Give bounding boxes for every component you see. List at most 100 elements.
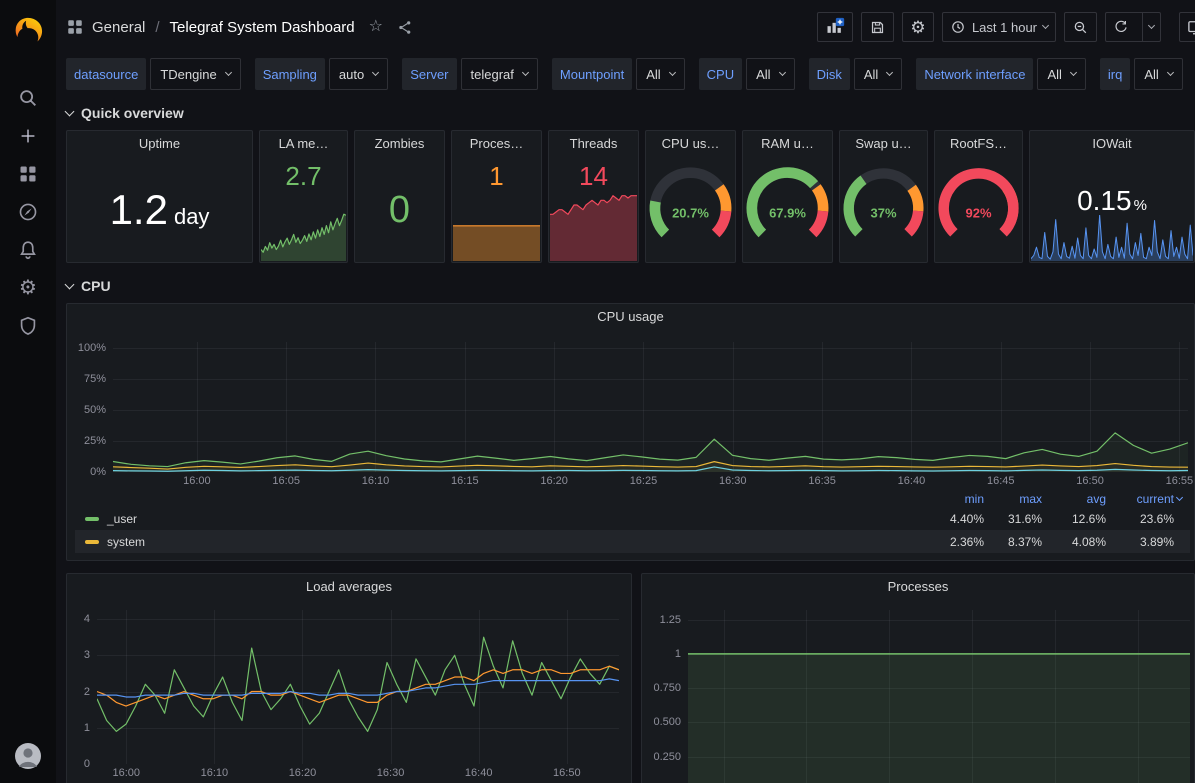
save-dashboard-button[interactable] [861,12,894,42]
panel-title[interactable]: CPU us… [646,131,735,157]
gauge-value: 37% [840,205,927,220]
breadcrumb-folder[interactable]: General [92,19,145,36]
legend-avg: 4.08% [1042,535,1106,549]
panel-ram-usage-gauge: RAM u… 67.9% [742,130,833,263]
iowait-sparkline[interactable] [1031,215,1193,261]
cycle-view-button[interactable] [1179,12,1195,42]
series-swatch [85,540,99,544]
series-name[interactable]: system [107,535,145,549]
zoom-out-button[interactable] [1064,12,1097,42]
variable-sampling: Sampling auto [255,58,389,90]
cpu-usage-legend: min max avg current _user 4.40% [75,490,1190,560]
variable-irq: irq All [1100,58,1183,90]
variable-value-dropdown[interactable]: All [854,58,902,90]
panel-rootfs-gauge: RootFS… 92% [934,130,1023,263]
ram-gauge[interactable]: 67.9% [743,155,832,258]
variable-value-dropdown[interactable]: telegraf [461,58,538,90]
grafana-logo[interactable] [8,9,48,53]
variable-value-dropdown[interactable]: All [1037,58,1085,90]
sidebar: ⚙ [0,0,56,783]
dashboard-title[interactable]: Telegraf System Dashboard [170,19,355,36]
sidebar-item-server-admin[interactable] [8,307,48,345]
gauge-value: 67.9% [743,205,832,220]
panel-cpu-usage-graph: CPU usage 0%25%50%75%100%16:0016:0516:10… [66,303,1195,561]
variable-network-interface: Network interface All [916,58,1086,90]
stat-unit: day [174,204,209,230]
legend-max: 4.11% [984,558,1042,561]
panel-title[interactable]: Proces… [452,131,541,157]
sidebar-item-search[interactable] [8,79,48,117]
sidebar-item-alerting[interactable] [8,231,48,269]
load-averages-chart[interactable]: 0123416:0016:1016:2016:3016:4016:50 [75,606,621,780]
cpu-usage-chart[interactable]: 0%25%50%75%100%16:0016:0516:1016:1516:20… [73,338,1190,488]
chevron-down-icon [522,69,529,76]
refresh-button[interactable] [1106,13,1136,41]
series-name[interactable]: iowait [107,558,138,561]
rootfs-gauge[interactable]: 92% [935,155,1022,258]
stat-value: 2.7 [260,161,347,192]
cpu-gauge[interactable]: 20.7% [646,155,735,258]
apps-grid-icon [66,18,84,36]
variable-value-dropdown[interactable]: All [1134,58,1182,90]
sidebar-item-dashboards[interactable] [8,155,48,193]
panel-processes-graph: Processes 0.2500.5000.75011.25 [641,573,1195,783]
panel-title[interactable]: RAM u… [743,131,832,157]
stat-value: 1.2 [110,189,168,231]
variable-value-dropdown[interactable]: All [746,58,794,90]
panel-title[interactable]: IOWait [1030,131,1194,157]
panel-title[interactable]: Uptime [67,131,252,157]
variable-value-dropdown[interactable]: TDengine [150,58,240,90]
legend-col-avg[interactable]: avg [1042,492,1106,506]
chevron-down-icon [1167,69,1174,76]
chevron-down-icon [225,69,232,76]
panel-load-averages: Load averages 0123416:0016:1016:2016:301… [66,573,632,783]
panel-title[interactable]: Swap u… [840,131,927,157]
gauge-value: 92% [935,205,1022,220]
panel-title[interactable]: Threads [549,131,638,157]
sidebar-item-create[interactable] [8,117,48,155]
panel-title[interactable]: RootFS… [935,131,1022,157]
row-title: Quick overview [81,105,184,121]
panel-title[interactable]: Zombies [355,131,444,157]
share-icon[interactable] [397,19,414,36]
la-sparkline[interactable] [261,209,346,261]
series-name[interactable]: _user [107,512,137,526]
row-header-quick-overview[interactable]: Quick overview [66,100,1195,126]
swap-gauge[interactable]: 37% [840,155,927,258]
refresh-interval-dropdown[interactable] [1142,13,1160,41]
sort-caret-icon [1176,494,1183,501]
processes-sparkline[interactable] [453,217,540,261]
legend-col-min[interactable]: min [926,492,984,506]
processes-chart[interactable]: 0.2500.5000.75011.25 [650,606,1192,783]
legend-row: iowait 0.626% 4.11% 1.19% 1.24% [75,553,1190,560]
variable-value-dropdown[interactable]: All [636,58,684,90]
sidebar-item-explore[interactable] [8,193,48,231]
row-header-cpu[interactable]: CPU [66,273,1195,299]
threads-sparkline[interactable] [550,191,637,261]
legend-col-max[interactable]: max [984,492,1042,506]
sidebar-item-configuration[interactable]: ⚙ [8,269,48,307]
star-icon[interactable]: ☆ [369,19,383,35]
user-avatar[interactable] [8,737,48,775]
panel-title[interactable]: CPU usage [67,304,1194,330]
stat-value: 14 [549,161,638,192]
bottom-panels-row: Load averages 0123416:0016:1016:2016:301… [66,573,1195,783]
time-range-picker[interactable]: Last 1 hour [942,12,1056,42]
variable-value-dropdown[interactable]: auto [329,58,388,90]
chevron-down-icon [65,279,75,289]
chevron-down-icon [886,69,893,76]
gauge-value: 20.7% [646,205,735,220]
chevron-down-icon [669,69,676,76]
grafana-app: ⚙ Ge [0,0,1195,783]
legend-col-current[interactable]: current [1106,492,1182,506]
search-icon [17,87,39,109]
variable-server: Server telegraf [402,58,538,90]
add-panel-button[interactable] [817,12,853,42]
panel-la-medium: LA me… 2.7 [259,130,348,263]
dashboard-settings-button[interactable]: ⚙ [902,12,934,42]
panel-title[interactable]: Processes [642,574,1194,600]
panel-title[interactable]: LA me… [260,131,347,157]
stat-value: 0 [389,191,410,229]
variable-label: Sampling [255,58,325,90]
panel-title[interactable]: Load averages [67,574,631,600]
